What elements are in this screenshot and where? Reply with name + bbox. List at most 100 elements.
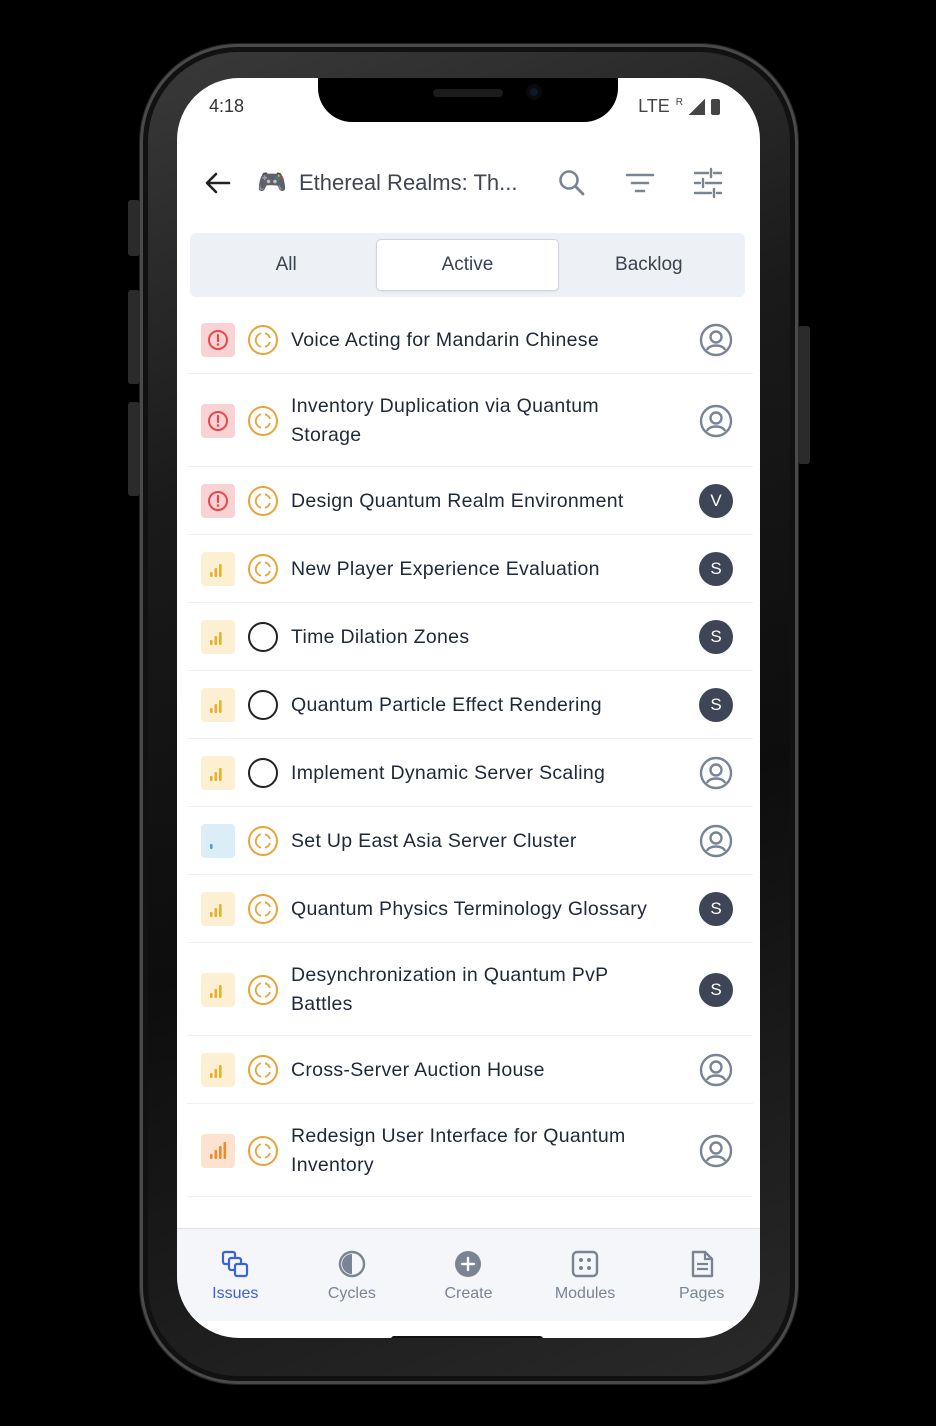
- issue-row[interactable]: Quantum Particle Effect Rendering S: [187, 671, 753, 739]
- issue-title-line: New Player Experience Evaluation: [291, 557, 600, 580]
- issue-list: Voice Acting for Mandarin Chinese Invento…: [187, 306, 753, 1197]
- home-indicator[interactable]: [391, 1336, 543, 1338]
- filter-icon[interactable]: [623, 166, 657, 200]
- issue-row[interactable]: Desynchronization in Quantum PvP Battles S: [187, 943, 753, 1036]
- state-in-progress-icon[interactable]: [247, 825, 279, 857]
- assignee-avatar[interactable]: S: [699, 552, 733, 586]
- state-todo-icon[interactable]: [247, 621, 279, 653]
- priority-medium-icon[interactable]: [201, 688, 235, 722]
- plus-circle-icon: [455, 1251, 482, 1277]
- assignee-avatar[interactable]: S: [699, 972, 733, 1007]
- nav-create-label: Create: [444, 1285, 493, 1302]
- user-circle-icon[interactable]: [699, 323, 733, 357]
- state-in-progress-icon[interactable]: [247, 1054, 279, 1086]
- roaming-label: R: [675, 97, 683, 108]
- issue-title-line: Design Quantum Realm Environment: [291, 489, 624, 512]
- nav-issues-label: Issues: [212, 1285, 259, 1302]
- priority-urgent-icon[interactable]: [201, 484, 235, 518]
- priority-urgent-icon[interactable]: [201, 403, 235, 438]
- issue-title: Redesign User Interface for Quantum Inven…: [291, 1122, 687, 1180]
- state-in-progress-icon[interactable]: [247, 405, 279, 437]
- priority-medium-icon[interactable]: [201, 620, 235, 654]
- nav-pages[interactable]: Pages: [643, 1229, 760, 1321]
- contrast-icon: [338, 1250, 366, 1278]
- nav-create[interactable]: Create: [410, 1229, 527, 1321]
- nav-modules[interactable]: Modules: [527, 1229, 644, 1321]
- priority-medium-icon[interactable]: [201, 972, 235, 1007]
- issue-row[interactable]: Implement Dynamic Server Scaling: [187, 739, 753, 807]
- state-in-progress-icon[interactable]: [247, 893, 279, 925]
- state-in-progress-icon[interactable]: [247, 324, 279, 356]
- state-todo-icon[interactable]: [247, 689, 279, 721]
- issue-row[interactable]: Design Quantum Realm Environment V: [187, 467, 753, 535]
- issue-row[interactable]: Voice Acting for Mandarin Chinese: [187, 306, 753, 374]
- issue-row[interactable]: Inventory Duplication via Quantum Storage: [187, 374, 753, 467]
- layers-icon: [222, 1250, 249, 1278]
- grid-dots-icon: [571, 1250, 599, 1278]
- state-in-progress-icon[interactable]: [247, 485, 279, 517]
- front-camera: [526, 84, 542, 100]
- issue-title-line: Redesign User Interface for Quantum: [291, 1124, 626, 1147]
- issue-title: Quantum Physics Terminology Glossary: [291, 895, 687, 924]
- assignee-avatar[interactable]: S: [699, 688, 733, 722]
- tab-active[interactable]: Active: [376, 239, 559, 291]
- priority-low-icon[interactable]: [201, 824, 235, 858]
- search-icon[interactable]: [555, 166, 589, 200]
- arrow-left-icon[interactable]: [203, 168, 233, 198]
- issue-row[interactable]: Redesign User Interface for Quantum Inven…: [187, 1104, 753, 1197]
- priority-medium-icon[interactable]: [201, 892, 235, 926]
- project-title[interactable]: Ethereal Realms: Th...: [299, 168, 517, 198]
- issue-title: Cross-Server Auction House: [291, 1056, 687, 1085]
- notch: [318, 78, 618, 122]
- volume-up-button: [128, 290, 140, 384]
- user-circle-icon[interactable]: [699, 404, 733, 438]
- issue-title-line: Implement Dynamic Server Scaling: [291, 761, 606, 784]
- assignee-avatar[interactable]: S: [699, 620, 733, 654]
- issue-title: Design Quantum Realm Environment: [291, 487, 687, 516]
- issue-row[interactable]: Quantum Physics Terminology Glossary S: [187, 875, 753, 943]
- nav-issues[interactable]: Issues: [177, 1229, 294, 1321]
- state-in-progress-icon[interactable]: [247, 553, 279, 585]
- user-circle-icon[interactable]: [699, 1053, 733, 1087]
- issue-title: Implement Dynamic Server Scaling: [291, 759, 687, 788]
- issue-row[interactable]: Set Up East Asia Server Cluster: [187, 807, 753, 875]
- nav-cycles[interactable]: Cycles: [294, 1229, 411, 1321]
- issue-title-line: Battles: [291, 992, 353, 1015]
- user-circle-icon[interactable]: [699, 824, 733, 858]
- issue-title: Desynchronization in Quantum PvP Battles: [291, 961, 687, 1019]
- user-circle-icon[interactable]: [699, 1134, 733, 1168]
- signal-icon: [689, 98, 705, 115]
- nav-pages-label: Pages: [678, 1285, 725, 1302]
- assignee-avatar[interactable]: S: [699, 892, 733, 926]
- priority-urgent-icon[interactable]: [201, 323, 235, 357]
- sliders-icon[interactable]: [691, 166, 725, 200]
- issue-title-line: Cross-Server Auction House: [291, 1058, 545, 1081]
- issue-title: Set Up East Asia Server Cluster: [291, 827, 687, 856]
- tab-backlog[interactable]: Backlog: [559, 239, 739, 291]
- issue-title-line: Storage: [291, 423, 362, 446]
- state-in-progress-icon[interactable]: [247, 1135, 279, 1167]
- issue-title-line: Inventory Duplication via Quantum: [291, 394, 599, 417]
- bottom-nav: Issues Cycles Create Modules Pages: [177, 1228, 760, 1321]
- battery-icon: [711, 98, 720, 115]
- priority-medium-icon[interactable]: [201, 552, 235, 586]
- state-todo-icon[interactable]: [247, 757, 279, 789]
- tab-all[interactable]: All: [196, 239, 376, 291]
- priority-high-icon[interactable]: [201, 1133, 235, 1168]
- issue-row[interactable]: Time Dilation Zones S: [187, 603, 753, 671]
- priority-medium-icon[interactable]: [201, 756, 235, 790]
- nav-modules-label: Modules: [554, 1285, 616, 1302]
- speaker-grille: [433, 89, 503, 97]
- power-button: [798, 326, 810, 464]
- issue-row[interactable]: New Player Experience Evaluation S: [187, 535, 753, 603]
- issue-title: Quantum Particle Effect Rendering: [291, 691, 687, 720]
- issue-title-line: Desynchronization in Quantum PvP: [291, 963, 609, 986]
- assignee-avatar[interactable]: V: [699, 484, 733, 518]
- issue-tabs: All Active Backlog: [190, 233, 745, 297]
- app-header: 🎮 Ethereal Realms: Th...: [177, 160, 760, 206]
- issue-row[interactable]: Cross-Server Auction House: [187, 1036, 753, 1104]
- document-icon: [691, 1250, 713, 1278]
- user-circle-icon[interactable]: [699, 756, 733, 790]
- state-in-progress-icon[interactable]: [247, 974, 279, 1006]
- priority-medium-icon[interactable]: [201, 1053, 235, 1087]
